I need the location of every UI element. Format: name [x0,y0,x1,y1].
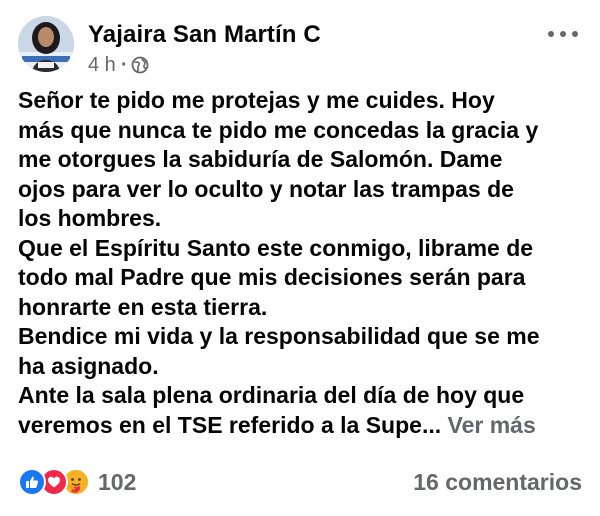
author-name[interactable]: Yajaira San Martín C [88,20,321,50]
dot [572,31,578,37]
meta-separator: · [120,54,128,76]
post-line: Ante la sala plena ordinaria del día de … [18,382,525,408]
author-block: Yajaira San Martín C 4 h · [88,20,321,76]
post-line: los hombres. [18,205,162,231]
reaction-icons [18,468,90,496]
post-line: Señor te pido me protejas y me cuides. H… [18,87,495,113]
facebook-post: Yajaira San Martín C 4 h · Señor te pido… [0,0,600,516]
like-icon [18,468,46,496]
post-line: Que el Espíritu Santo este conmigo, libr… [18,234,534,261]
globe-icon[interactable] [131,56,149,74]
dot [548,31,554,37]
reactions-summary[interactable]: 102 [18,468,136,496]
post-meta: 4 h · [88,54,321,76]
comments-count[interactable]: 16 comentarios [413,469,582,496]
post-time[interactable]: 4 h [88,54,116,76]
post-line: honrarte en esta tierra. [18,293,268,320]
post-line: todo mal Padre que mis decisiones serán … [18,264,526,290]
post-line-last: veremos en el TSE referido a la Supe... … [18,411,590,441]
post-footer: 102 16 comentarios [18,466,582,498]
truncated-text: veremos en el TSE referido a la Supe... [18,411,448,438]
post-line: ojos para ver lo oculto y notar las tram… [18,175,514,202]
dot [560,31,566,37]
post-line: más que nunca te pido me concedas la gra… [18,116,539,143]
post-text: Señor te pido me protejas y me cuides. H… [18,86,590,440]
reaction-count: 102 [98,468,137,495]
post-line: Bendice mi vida y la responsabilidad que… [18,323,540,349]
post-line: ha asignado. [18,352,159,379]
more-options-icon[interactable] [548,24,578,44]
post-line: me otorgues la sabiduría de Salomón. Dam… [18,146,503,172]
post-header: Yajaira San Martín C 4 h · [18,16,321,80]
avatar[interactable] [18,16,74,72]
see-more-link[interactable]: Ver más [448,412,536,438]
